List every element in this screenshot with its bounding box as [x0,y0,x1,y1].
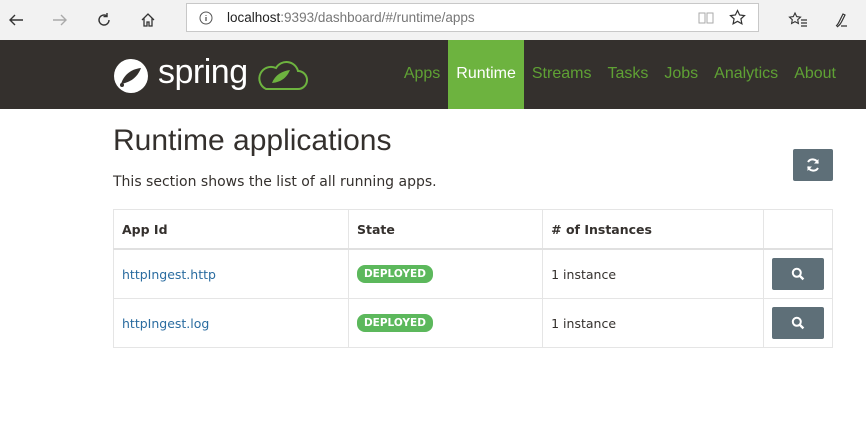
address-url: localhost:9393/dashboard/#/runtime/apps [227,10,475,25]
spring-logo[interactable]: spring [112,53,312,95]
address-bar[interactable]: localhost:9393/dashboard/#/runtime/apps [186,3,759,32]
menu-tasks[interactable]: Tasks [599,40,656,109]
back-arrow-icon[interactable] [2,6,30,34]
menu-apps[interactable]: Apps [396,40,448,109]
forward-arrow-icon[interactable] [46,6,74,34]
reload-icon[interactable] [90,6,118,34]
refresh-button[interactable] [793,149,833,181]
menu-analytics[interactable]: Analytics [706,40,786,109]
header-instances: # of Instances [542,209,764,250]
page-title: Runtime applications [113,124,392,157]
pen-icon[interactable] [827,6,855,34]
info-icon[interactable] [199,10,213,29]
details-button[interactable] [772,258,824,290]
logo-wordmark: spring [158,53,248,91]
table-row: httpIngest.log DEPLOYED 1 instance [113,298,833,348]
instances-count: 1 instance [542,298,764,348]
instances-count: 1 instance [542,248,764,299]
status-badge: DEPLOYED [356,265,433,283]
runtime-apps-table: App Id State # of Instances httpIngest.h… [113,209,833,348]
table-row: httpIngest.http DEPLOYED 1 instance [113,248,833,299]
header-app-id: App Id [113,209,349,250]
refresh-icon [807,158,819,172]
cloud-leaf-icon [258,61,308,90]
header-state: State [347,209,544,250]
main-menu: Apps Runtime Streams Tasks Jobs Analytic… [396,40,844,109]
search-icon [791,316,805,330]
app-header: spring Apps Runtime Streams Tasks Jobs A… [0,40,866,109]
menu-jobs[interactable]: Jobs [656,40,706,109]
details-button[interactable] [772,307,824,339]
home-icon[interactable] [134,6,162,34]
menu-runtime[interactable]: Runtime [448,40,524,109]
page-description: This section shows the list of all runni… [113,174,437,190]
spring-leaf-icon [114,59,148,93]
favorites-list-icon[interactable] [784,6,812,34]
reader-mode-icon[interactable] [698,10,714,29]
header-actions [763,209,833,250]
app-id-link[interactable]: httpIngest.log [122,316,209,331]
menu-about[interactable]: About [786,40,844,109]
app-id-link[interactable]: httpIngest.http [122,267,216,282]
status-badge: DEPLOYED [356,314,433,332]
browser-toolbar: localhost:9393/dashboard/#/runtime/apps [0,0,866,41]
table-header-row: App Id State # of Instances [113,209,833,250]
menu-streams[interactable]: Streams [524,40,600,109]
search-icon [791,267,805,281]
favorite-star-icon[interactable] [729,9,746,30]
